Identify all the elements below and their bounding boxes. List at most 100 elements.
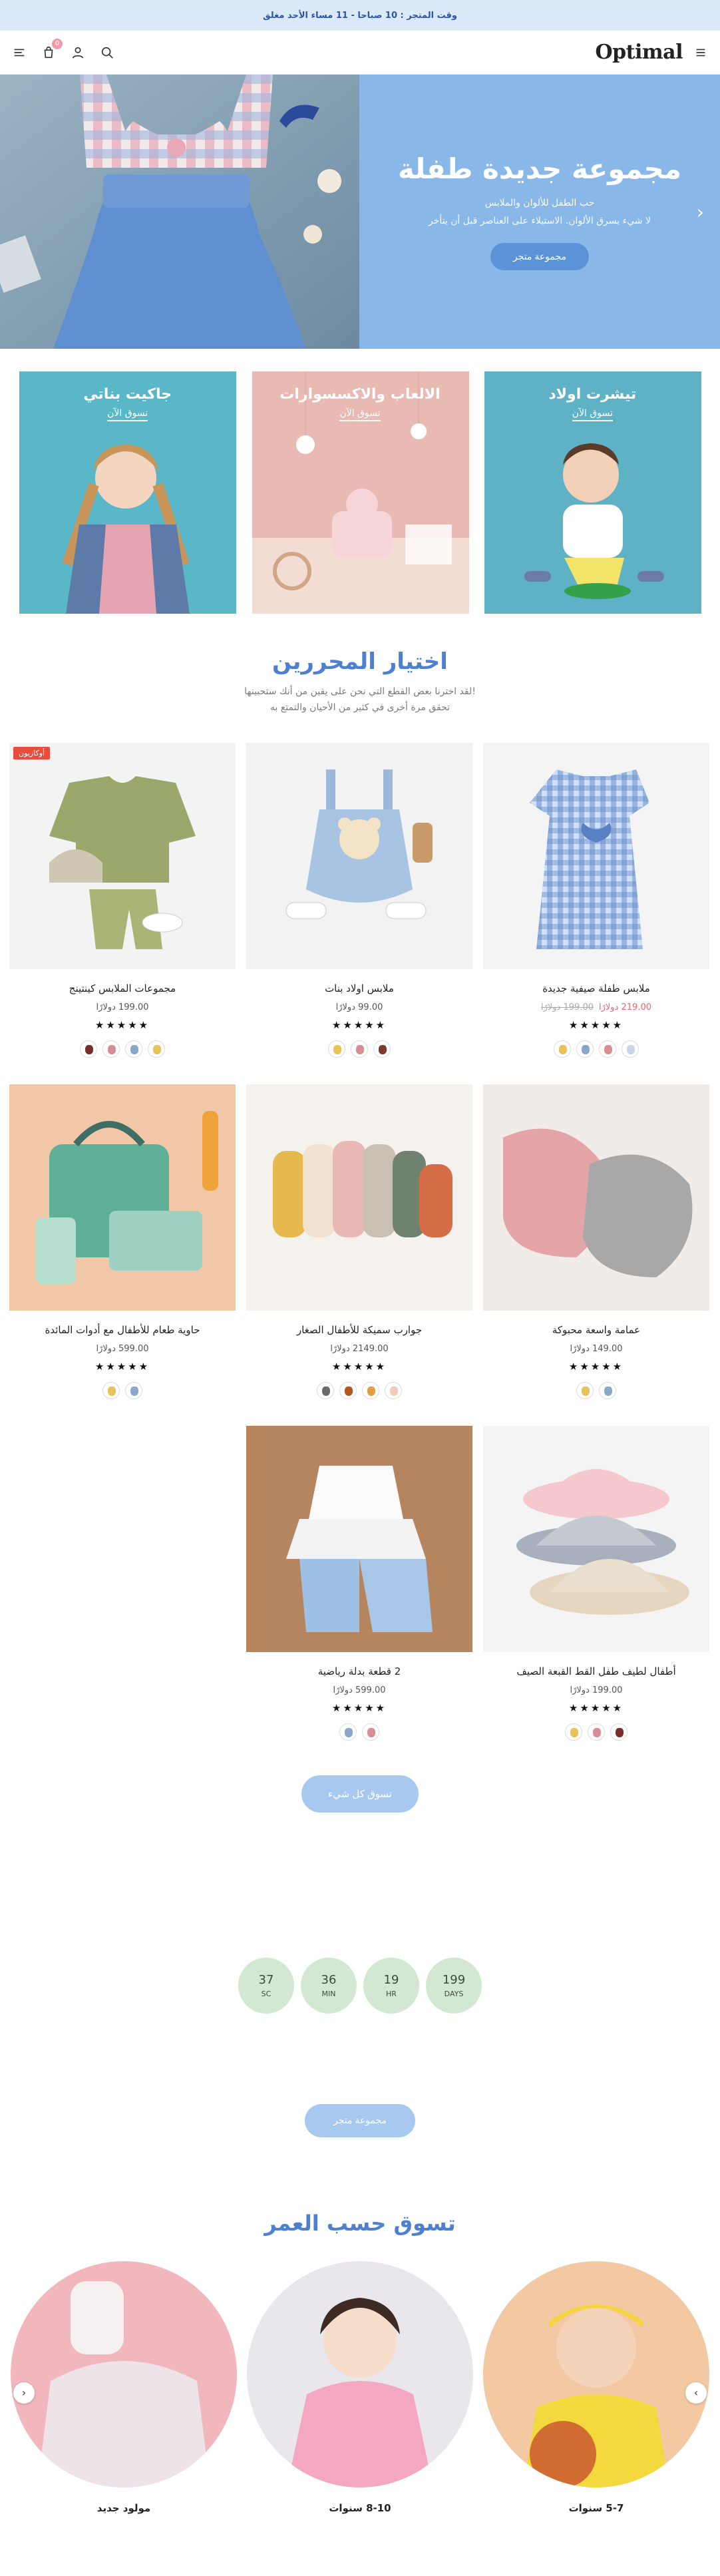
color-swatch[interactable] <box>599 1040 616 1058</box>
hero-shop-button[interactable]: مجموعة متجر <box>490 243 590 271</box>
age-card[interactable]: 8-10 سنوات <box>247 2260 473 2514</box>
product-image[interactable] <box>246 742 472 969</box>
color-swatch[interactable] <box>385 1381 402 1399</box>
hero-next-arrow-icon[interactable]: › <box>697 201 704 223</box>
product-card[interactable]: 2 قطعة بدلة رياضية 599.00 دولارًا ★★★★★ <box>246 1425 472 1741</box>
countdown-seconds: 37 SC <box>238 1957 294 2014</box>
category-banner-toys-accessories[interactable]: الالعاب والاكسسوارات تسوق الآن <box>251 371 469 614</box>
editors-pick-title: اختيار المحررين <box>272 648 448 675</box>
color-swatch[interactable] <box>588 1723 605 1741</box>
age-card[interactable]: 5-7 سنوات <box>483 2260 709 2514</box>
product-image[interactable] <box>483 1425 709 1652</box>
product-price: 2149.00 دولارًا <box>330 1343 389 1354</box>
color-swatch[interactable] <box>102 1381 120 1399</box>
color-swatch[interactable] <box>328 1040 345 1058</box>
color-swatch[interactable] <box>339 1381 357 1399</box>
color-swatch[interactable] <box>610 1723 628 1741</box>
color-swatch[interactable] <box>351 1040 368 1058</box>
product-card[interactable]: جوارب سميكة للأطفال الصغار 2149.00 دولار… <box>246 1084 472 1399</box>
countdown-minutes: 36 MIN <box>301 1957 357 2014</box>
product-card[interactable]: ملابس طفلة صيفية جديدة 219.00 دولارًا 199… <box>483 742 709 1058</box>
product-card[interactable]: ملابس اولاد بنات 99.00 دولارًا ★★★★★ <box>246 742 472 1058</box>
color-swatch[interactable] <box>554 1040 571 1058</box>
color-swatches <box>483 1723 709 1741</box>
color-swatch[interactable] <box>599 1381 616 1399</box>
product-card[interactable]: حاوية طعام للأطفال مع أدوات المائدة 599.… <box>9 1084 236 1399</box>
product-name[interactable]: مجموعات الملابس كينتينج <box>9 982 236 994</box>
age-image[interactable] <box>247 2260 473 2487</box>
category-banner-girls-jacket[interactable]: جاكيت بناتي تسوق الآن <box>19 371 237 614</box>
product-image[interactable] <box>246 1425 472 1652</box>
rating-stars: ★★★★★ <box>568 1701 624 1714</box>
color-swatch[interactable] <box>576 1040 594 1058</box>
color-swatch[interactable] <box>373 1040 391 1058</box>
product-card[interactable]: أطفال لطيف طفل القط القبعة الصيف 199.00 … <box>483 1425 709 1741</box>
account-icon[interactable] <box>69 44 87 61</box>
category-shop-link[interactable]: تسوق الآن <box>107 408 148 421</box>
age-label[interactable]: 5-7 سنوات <box>483 2502 709 2514</box>
product-name[interactable]: حاوية طعام للأطفال مع أدوات المائدة <box>9 1324 236 1336</box>
color-swatch[interactable] <box>576 1381 594 1399</box>
color-swatch[interactable] <box>80 1040 97 1058</box>
age-label[interactable]: مولود جديد <box>11 2502 237 2514</box>
product-name[interactable]: جوارب سميكة للأطفال الصغار <box>246 1324 472 1336</box>
product-price: 149.00 دولارًا <box>570 1343 623 1354</box>
rating-stars: ★★★★★ <box>568 1360 624 1373</box>
age-image[interactable] <box>483 2260 709 2487</box>
carousel-next-arrow-icon[interactable]: › <box>685 2382 707 2404</box>
color-swatch[interactable] <box>362 1723 379 1741</box>
countdown-unit: MIN <box>321 1989 336 1998</box>
age-label[interactable]: 8-10 سنوات <box>247 2502 473 2514</box>
category-banners: تيشرت اولاد تسوق الآن الالعاب والاكسسوار… <box>0 349 720 614</box>
countdown-unit: HR <box>386 1989 397 1998</box>
product-card[interactable]: عمامة واسعة محبوكة 149.00 دولارًا ★★★★★ <box>483 1084 709 1399</box>
product-image[interactable] <box>246 1084 472 1311</box>
category-title: جاكيت بناتي <box>83 386 172 403</box>
countdown-timer: 37 SC 36 MIN 19 HR 199 DAYS <box>0 1957 720 2014</box>
age-card[interactable]: مولود جديد <box>11 2260 237 2514</box>
product-name[interactable]: ملابس طفلة صيفية جديدة <box>483 982 709 994</box>
cart-button[interactable]: 0 <box>40 38 63 61</box>
hero-subtitle-1: حب الطفل للألوان والملابس <box>484 198 595 209</box>
shop-by-age-title: تسوق حسب العمر <box>264 2210 456 2236</box>
category-shop-link[interactable]: تسوق الآن <box>572 408 613 421</box>
category-banner-boys-tshirt[interactable]: تيشرت اولاد تسوق الآن <box>484 371 701 614</box>
product-image[interactable] <box>9 1084 236 1311</box>
carousel-prev-arrow-icon[interactable]: ‹ <box>13 2382 35 2404</box>
color-swatch[interactable] <box>317 1381 334 1399</box>
color-swatch[interactable] <box>125 1381 142 1399</box>
product-name[interactable]: ملابس اولاد بنات <box>246 982 472 994</box>
product-price: 199.00 دولارًا <box>96 1002 149 1012</box>
color-swatch[interactable] <box>565 1723 582 1741</box>
color-swatch[interactable] <box>102 1040 120 1058</box>
shop-all-button[interactable]: تسوق كل شيء <box>301 1775 419 1813</box>
color-swatch[interactable] <box>362 1381 379 1399</box>
old-price: 199.00 دولارًا <box>540 1002 594 1012</box>
product-name[interactable]: 2 قطعة بدلة رياضية <box>246 1665 472 1677</box>
product-name[interactable]: عمامة واسعة محبوكة <box>483 1324 709 1336</box>
color-swatch[interactable] <box>148 1040 165 1058</box>
product-name[interactable]: أطفال لطيف طفل القط القبعة الصيف <box>483 1665 709 1677</box>
search-icon[interactable] <box>98 44 116 61</box>
category-shop-link[interactable]: تسوق الآن <box>339 408 381 421</box>
rating-stars: ★★★★★ <box>568 1018 624 1031</box>
color-swatches <box>9 1040 236 1058</box>
product-image[interactable] <box>483 742 709 969</box>
color-swatch[interactable] <box>622 1040 639 1058</box>
page-bottom-spacer <box>0 2514 720 2554</box>
color-swatches <box>246 1723 472 1741</box>
color-swatch[interactable] <box>339 1723 357 1741</box>
editors-pick-subtitle-2: تحقق مرة أخرى في كثير من الأحيان والتمتع… <box>270 702 450 713</box>
shop-collection-button[interactable]: مجموعة متجر <box>305 2103 415 2137</box>
color-swatch[interactable] <box>125 1040 142 1058</box>
menu-lines-icon[interactable] <box>11 44 28 61</box>
product-card[interactable]: أوكازيون مجموعات الملابس كينتينج 199.00 … <box>9 742 236 1058</box>
countdown-value: 37 <box>258 1972 274 1987</box>
product-image[interactable]: أوكازيون <box>9 742 236 969</box>
site-logo[interactable]: Optimal <box>596 41 683 64</box>
age-image[interactable] <box>11 2260 237 2487</box>
hamburger-icon[interactable] <box>692 44 709 61</box>
rating-stars: ★★★★★ <box>94 1360 150 1373</box>
product-image[interactable] <box>483 1084 709 1311</box>
countdown-hours: 19 HR <box>363 1957 419 2014</box>
